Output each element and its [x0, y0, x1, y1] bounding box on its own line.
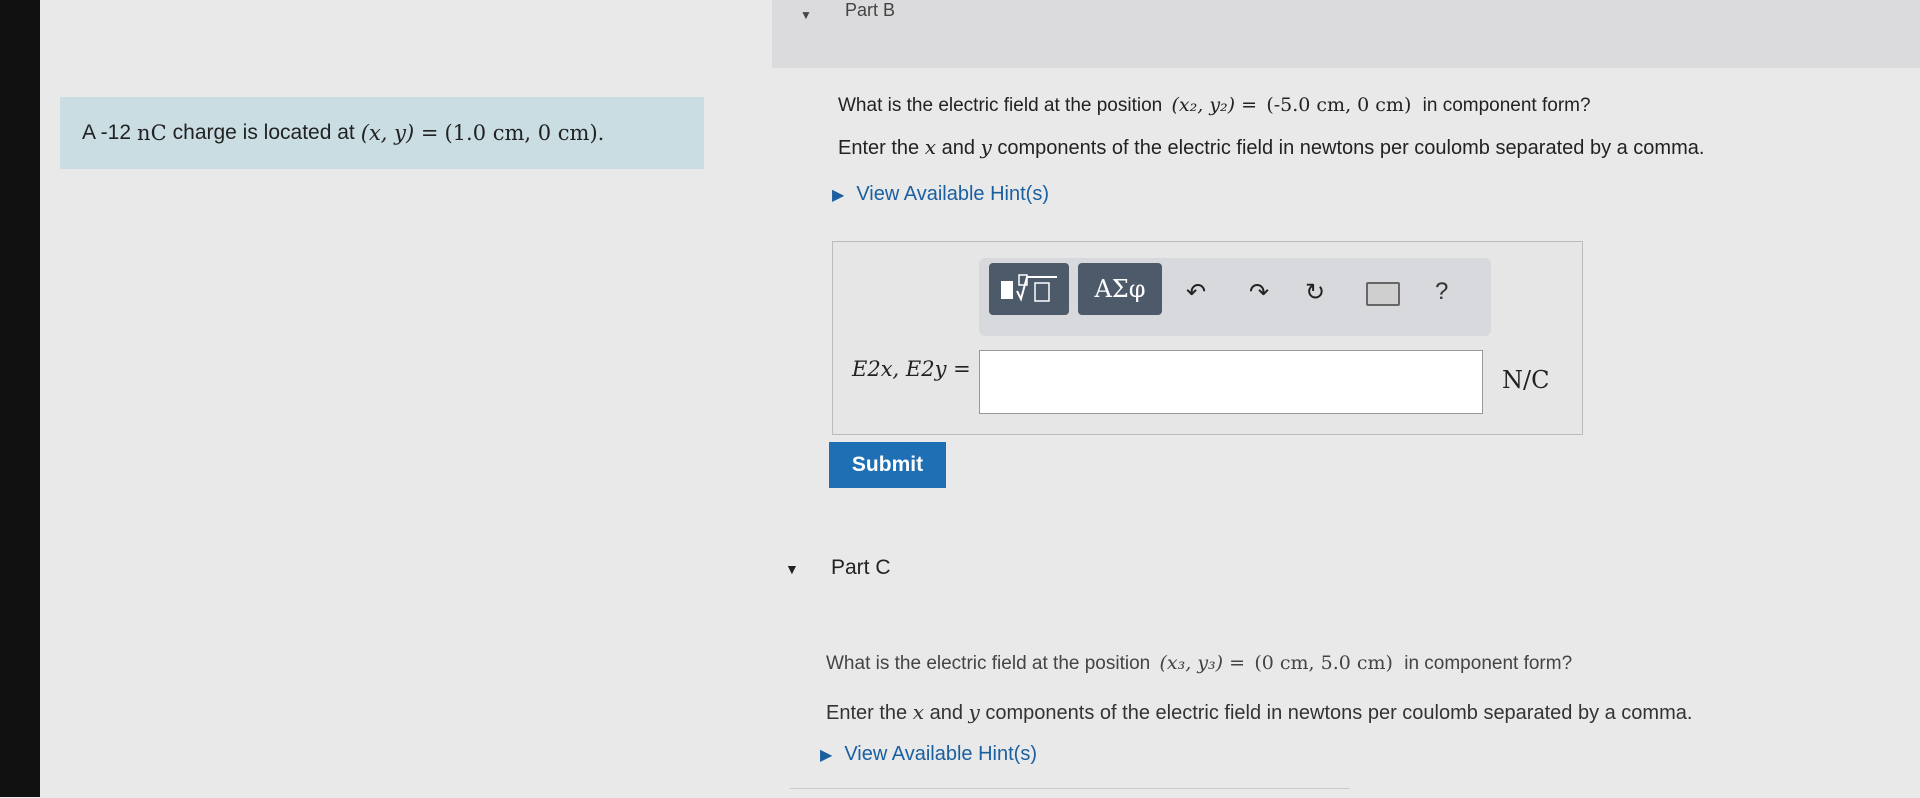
templates-button[interactable]	[989, 263, 1069, 315]
part-b-question-prefix: What is the electric field at the positi…	[838, 95, 1163, 116]
keyboard-icon[interactable]	[1366, 282, 1400, 306]
submit-button[interactable]: Submit	[829, 442, 946, 488]
part-b-instruction-and: and	[941, 137, 975, 159]
problem-prefix: A -12	[82, 121, 132, 144]
problem-statement: A -12 nC charge is located at (x, y) = (…	[60, 97, 704, 169]
part-c-question-prefix: What is the electric field at the positi…	[826, 653, 1151, 674]
part-c-instruction: Enter the x and y components of the elec…	[826, 700, 1692, 725]
problem-charge-unit: nC	[137, 121, 167, 145]
part-b-title: Part B	[845, 0, 896, 20]
hint-expand-icon: ▶	[820, 746, 833, 764]
part-b-hint-label: View Available Hint(s)	[856, 183, 1049, 205]
part-b-instruction-y: y	[980, 135, 992, 159]
part-c-instruction-prefix: Enter the	[826, 702, 908, 724]
part-c-hint-link[interactable]: ▶ View Available Hint(s)	[820, 743, 1037, 766]
part-c-title: Part C	[831, 556, 891, 579]
reset-icon[interactable]: ↻	[1305, 278, 1325, 307]
part-c-instruction-x: x	[912, 700, 925, 724]
part-b-hint-link[interactable]: ▶ View Available Hint(s)	[832, 183, 1049, 206]
part-c-instruction-and: and	[929, 702, 963, 724]
problem-value: (1.0 cm, 0 cm).	[444, 121, 605, 145]
part-b-instruction-prefix: Enter the	[838, 137, 920, 159]
problem-tuple: (x, y) =	[360, 121, 439, 145]
part-c-instruction-y: y	[968, 700, 980, 724]
part-c-hint-label: View Available Hint(s)	[844, 743, 1037, 765]
answer-unit: N/C	[1502, 366, 1550, 394]
problem-middle: charge is located at	[172, 121, 355, 144]
left-bezel	[0, 0, 40, 797]
part-b-instruction: Enter the x and y components of the elec…	[838, 135, 1704, 160]
answer-input[interactable]	[979, 350, 1483, 414]
part-c-instruction-suffix: components of the electric field in newt…	[985, 702, 1693, 724]
undo-icon[interactable]: ↶	[1186, 278, 1206, 307]
part-b-instruction-x: x	[924, 135, 937, 159]
part-b-question-suffix: in component form?	[1422, 95, 1591, 116]
answer-label: E2x, E2y =	[852, 357, 971, 381]
part-c-question-tuple: (x₃, y₃) =	[1159, 652, 1246, 674]
part-b-instruction-suffix: components of the electric field in newt…	[997, 137, 1705, 159]
part-c-question-suffix: in component form?	[1404, 653, 1573, 674]
part-c-collapse-icon[interactable]: ▼	[785, 561, 799, 577]
part-c-question-value: (0 cm, 5.0 cm)	[1254, 652, 1393, 674]
hint-expand-icon: ▶	[832, 186, 845, 204]
part-c-question: What is the electric field at the positi…	[826, 652, 1572, 675]
part-b-question: What is the electric field at the positi…	[838, 94, 1591, 117]
help-button[interactable]: ?	[1435, 278, 1448, 306]
part-b-header	[772, 0, 1920, 68]
part-b-question-tuple: (x₂, y₂) =	[1171, 94, 1258, 116]
greek-symbols-button[interactable]: ΑΣφ	[1078, 263, 1162, 315]
templates-icon	[1001, 274, 1057, 302]
redo-icon[interactable]: ↷	[1249, 278, 1269, 307]
part-b-collapse-icon[interactable]: ▼	[800, 8, 812, 22]
part-b-question-value: (-5.0 cm, 0 cm)	[1266, 94, 1412, 116]
